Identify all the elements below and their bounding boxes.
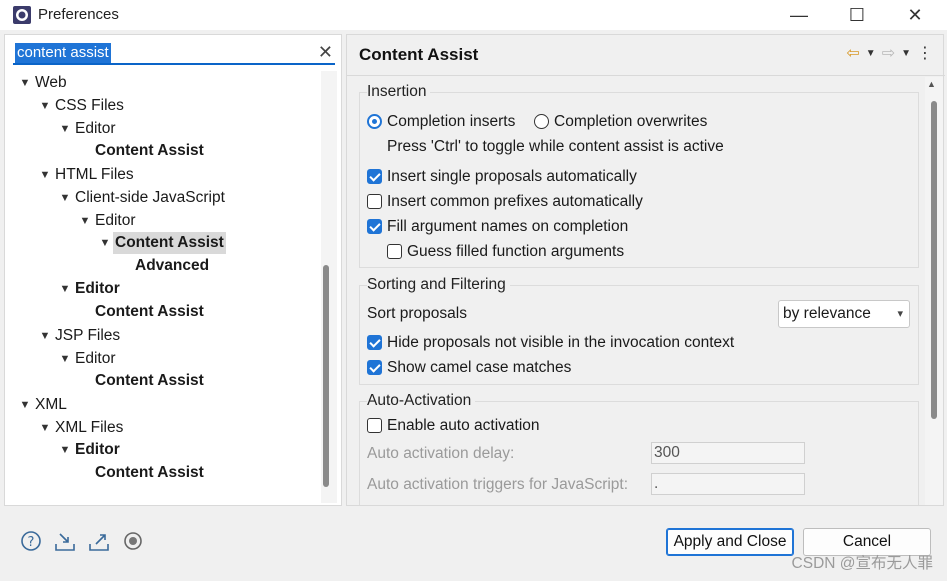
eclipse-app-icon [13, 6, 31, 24]
filter-input-value: content assist [15, 43, 111, 63]
chevron-down-icon[interactable]: ▼ [57, 348, 73, 370]
chevron-down-icon[interactable]: ▼ [37, 95, 53, 117]
auto-activation-delay-input[interactable]: 300 [651, 442, 805, 464]
toggle-hint-text: Press 'Ctrl' to toggle while content ass… [387, 138, 724, 155]
title-bar: Preferences — ☐ ✕ [0, 0, 947, 30]
tree-item-js-advanced[interactable]: Advanced [117, 255, 211, 277]
filter-input[interactable]: content assist ✕ [13, 41, 335, 65]
preference-page: Content Assist ⇦ ▼ ⇨ ▼ ⋮ Insertion Compl… [346, 34, 945, 506]
page-title: Content Assist [359, 45, 479, 64]
camel-case-label: Show camel case matches [387, 359, 572, 376]
chevron-down-icon[interactable]: ▼ [37, 325, 53, 347]
auto-activation-triggers-label: Auto activation triggers for JavaScript: [367, 476, 629, 493]
tree-item-css-content-assist[interactable]: Content Assist [77, 140, 206, 162]
chevron-down-icon[interactable]: ▼ [37, 164, 53, 186]
preferences-tree-pane: content assist ✕ ▼ Web ▼ CSS Files ▼ Editor… [4, 34, 342, 506]
tree-item-js-editor[interactable]: ▼ Editor [77, 210, 138, 232]
tree-item-web[interactable]: ▼ Web [17, 72, 69, 94]
chevron-down-icon: ▾ [897, 308, 903, 320]
minimize-button[interactable]: — [770, 0, 828, 30]
insertion-group-title: Insertion [367, 83, 431, 101]
auto-activation-group-title: Auto-Activation [367, 392, 476, 410]
completion-inserts-label: Completion inserts [387, 113, 516, 130]
window-title: Preferences [38, 6, 119, 23]
close-icon: ✕ [907, 4, 923, 25]
chevron-down-icon[interactable]: ▼ [57, 118, 73, 140]
chevron-down-icon[interactable]: ▼ [57, 187, 73, 209]
maximize-button[interactable]: ☐ [828, 0, 886, 30]
forward-arrow-icon[interactable]: ⇨ [882, 43, 895, 63]
hide-not-visible-label: Hide proposals not visible in the invoca… [387, 334, 735, 351]
chevron-down-icon[interactable]: ▼ [17, 394, 33, 416]
sort-proposals-select[interactable]: by relevance ▾ [778, 300, 910, 328]
scroll-up-icon[interactable]: ▲ [927, 79, 936, 89]
auto-activation-triggers-input[interactable]: . [651, 473, 805, 495]
page-navigation: ⇦ ▼ ⇨ ▼ ⋮ [846, 43, 933, 63]
tree-item-xml-editor[interactable]: ▼ Editor [57, 439, 122, 461]
fill-argument-names-checkbox[interactable] [367, 219, 382, 234]
tree-item-xml[interactable]: ▼ XML [17, 394, 69, 416]
help-icon[interactable]: ? [20, 530, 42, 552]
chevron-down-icon[interactable]: ▼ [77, 210, 93, 232]
export-icon[interactable] [88, 530, 110, 552]
common-prefixes-label: Insert common prefixes automatically [387, 193, 643, 210]
record-icon[interactable] [122, 530, 144, 552]
chevron-down-icon[interactable]: ▼ [17, 72, 33, 94]
minimize-icon: — [790, 4, 808, 25]
tree-item-client-side-javascript[interactable]: ▼ Client-side JavaScript [57, 187, 227, 209]
auto-activation-delay-label: Auto activation delay: [367, 445, 515, 462]
tree-item-css-editor[interactable]: ▼ Editor [57, 118, 118, 140]
guess-arguments-label: Guess filled function arguments [407, 243, 625, 260]
single-proposals-label: Insert single proposals automatically [387, 168, 637, 185]
chevron-down-icon[interactable]: ▼ [97, 232, 113, 254]
page-scrollbar-thumb[interactable] [931, 101, 937, 419]
svg-text:?: ? [28, 535, 35, 550]
tree-item-html-content-assist[interactable]: Content Assist [77, 301, 206, 323]
maximize-icon: ☐ [848, 4, 866, 25]
tree-item-jsp-files[interactable]: ▼ JSP Files [37, 325, 122, 347]
sort-proposals-value: by relevance [783, 305, 871, 322]
bottom-toolbar: ? [20, 530, 144, 552]
tree-item-jsp-editor[interactable]: ▼ Editor [57, 348, 118, 370]
completion-overwrites-radio[interactable] [534, 114, 549, 129]
tree-item-html-editor[interactable]: ▼ Editor [57, 278, 122, 300]
apply-and-close-button[interactable]: Apply and Close [666, 528, 794, 556]
clear-filter-icon[interactable]: ✕ [318, 41, 333, 63]
tree-item-html-files[interactable]: ▼ HTML Files [37, 164, 136, 186]
completion-overwrites-label: Completion overwrites [554, 113, 708, 130]
tree-item-css-files[interactable]: ▼ CSS Files [37, 95, 126, 117]
chevron-down-icon[interactable]: ▼ [57, 278, 73, 300]
common-prefixes-checkbox[interactable] [367, 194, 382, 209]
tree-item-xml-content-assist[interactable]: Content Assist [77, 462, 206, 484]
hide-not-visible-checkbox[interactable] [367, 335, 382, 350]
chevron-down-icon[interactable]: ▼ [37, 417, 53, 439]
forward-dropdown-icon[interactable]: ▼ [901, 48, 911, 59]
fill-argument-names-label: Fill argument names on completion [387, 218, 629, 235]
completion-inserts-radio[interactable] [367, 114, 382, 129]
back-arrow-icon[interactable]: ⇦ [846, 43, 859, 63]
title-separator [347, 75, 945, 76]
tree-item-js-content-assist[interactable]: ▼ Content Assist [97, 232, 226, 254]
enable-auto-activation-checkbox[interactable] [367, 418, 382, 433]
single-proposals-checkbox[interactable] [367, 169, 382, 184]
import-icon[interactable] [54, 530, 76, 552]
camel-case-checkbox[interactable] [367, 360, 382, 375]
guess-arguments-checkbox[interactable] [387, 244, 402, 259]
sorting-group-title: Sorting and Filtering [367, 276, 510, 294]
tree-item-jsp-content-assist[interactable]: Content Assist [77, 370, 206, 392]
chevron-down-icon[interactable]: ▼ [57, 439, 73, 461]
close-window-button[interactable]: ✕ [886, 0, 944, 30]
watermark: CSDN @宣布无人罪 [791, 555, 933, 572]
back-dropdown-icon[interactable]: ▼ [866, 48, 876, 59]
view-menu-icon[interactable]: ⋮ [917, 43, 933, 63]
enable-auto-activation-label: Enable auto activation [387, 417, 540, 434]
sort-proposals-label: Sort proposals [367, 305, 467, 322]
page-content: Insertion Completion inserts Completion … [347, 77, 925, 505]
tree-item-xml-files[interactable]: ▼ XML Files [37, 417, 125, 439]
tree-scrollbar-thumb[interactable] [323, 265, 329, 487]
